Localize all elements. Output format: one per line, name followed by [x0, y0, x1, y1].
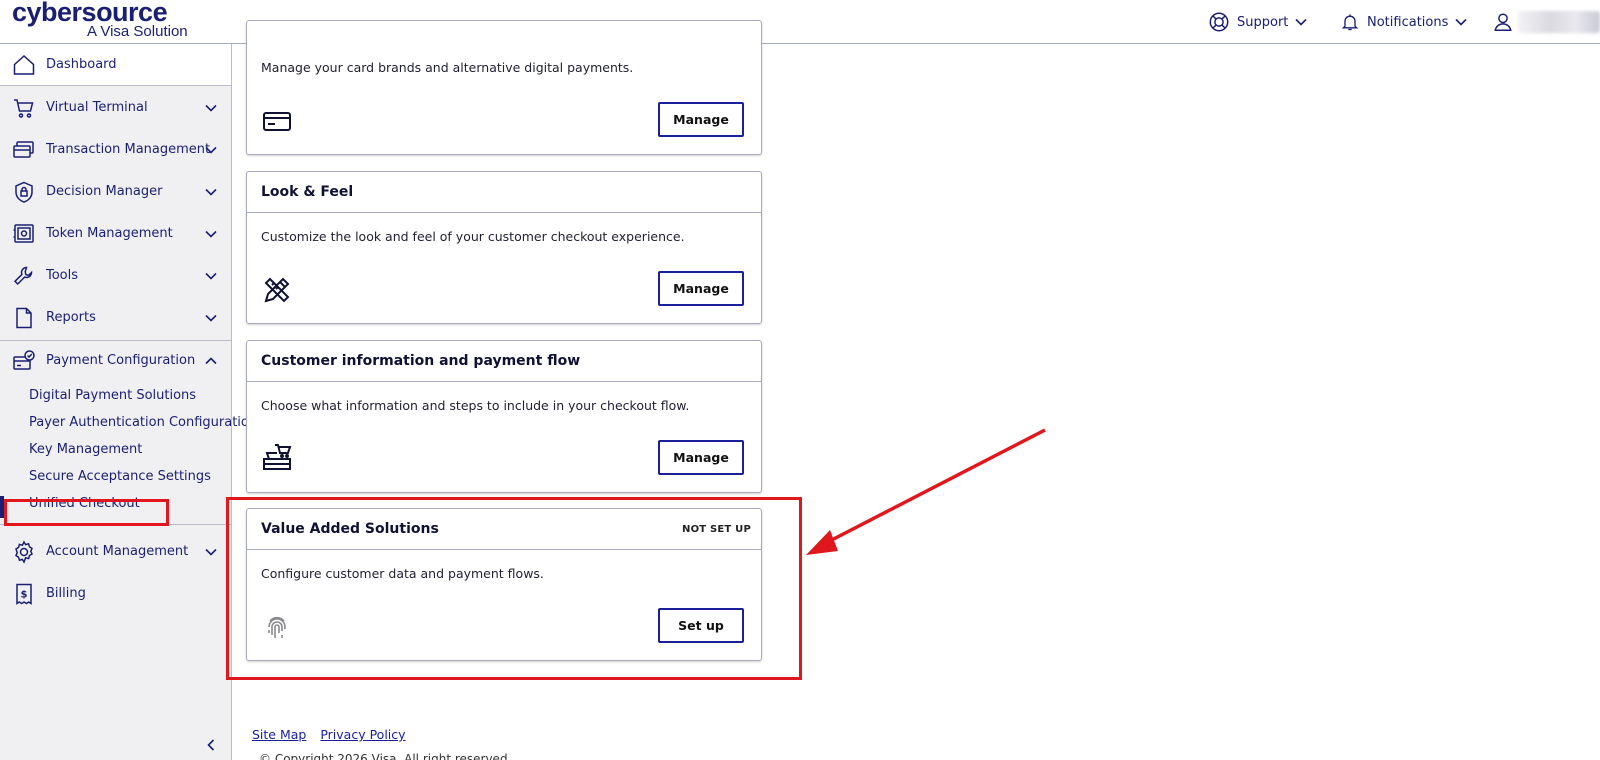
sidebar-item-dashboard[interactable]: Dashboard — [0, 44, 231, 86]
chevron-up-icon — [205, 357, 217, 365]
sidebar-item-label: Account Management — [46, 544, 189, 559]
support-label: Support — [1237, 14, 1289, 30]
sidebar-item-label: Payment Configuration — [46, 353, 196, 368]
card-customer-information: Customer information and payment flow Ch… — [246, 340, 762, 493]
shield-lock-icon — [15, 181, 33, 203]
sidebar-subitem-key-management[interactable]: Key Management — [29, 442, 142, 457]
sidebar-subitem-payer-authentication[interactable]: Payer Authentication Configuration — [29, 415, 257, 430]
copyright-text: © Copyright 2026 Visa. All right reserve… — [259, 752, 512, 760]
sidebar-item-label: Dashboard — [46, 57, 117, 72]
lifebuoy-icon — [1209, 12, 1229, 32]
sidebar-item-payment-configuration[interactable]: Payment Configuration — [0, 340, 231, 382]
chevron-down-icon — [1295, 18, 1307, 26]
chevron-down-icon — [1455, 18, 1467, 26]
manage-button[interactable]: Manage — [658, 102, 744, 137]
notifications-label: Notifications — [1367, 14, 1449, 30]
design-tools-icon — [264, 277, 290, 303]
annotation-arrow — [806, 428, 1046, 555]
card-header: Customer information and payment flow — [247, 341, 761, 382]
notifications-menu[interactable]: Notifications — [1340, 10, 1468, 34]
cybersource-logo[interactable]: cybersource A Visa Solution — [12, 0, 192, 40]
chevron-down-icon — [205, 188, 217, 196]
cards-icon — [13, 141, 34, 158]
card-check-icon — [13, 350, 35, 370]
cart-icon — [14, 99, 34, 118]
gear-icon — [15, 540, 33, 564]
sidebar-item-billing[interactable]: $ Billing — [0, 573, 231, 615]
receipt-dollar-icon: $ — [16, 583, 32, 605]
user-icon — [1494, 13, 1512, 31]
card-title: Customer information and payment flow — [261, 353, 581, 369]
sidebar-item-transaction-management[interactable]: Transaction Management — [0, 129, 231, 171]
card-title: Look & Feel — [261, 184, 354, 200]
collapse-sidebar-icon[interactable] — [204, 738, 218, 752]
sidebar-item-label: Billing — [46, 586, 86, 601]
user-name-redacted — [1518, 11, 1600, 33]
sidebar-subitem-secure-acceptance-settings[interactable]: Secure Acceptance Settings — [29, 469, 211, 484]
footer-links: Site Map Privacy Policy — [252, 727, 416, 742]
manage-button[interactable]: Manage — [658, 271, 744, 306]
checkout-counter-icon — [263, 444, 292, 470]
credit-card-icon — [263, 112, 291, 131]
highlight-box-value-added-solutions — [226, 497, 802, 680]
site-map-link[interactable]: Site Map — [252, 727, 306, 742]
top-header: cybersource A Visa Solution Support Noti… — [0, 0, 1600, 44]
chevron-down-icon — [205, 104, 217, 112]
bell-icon — [1341, 14, 1359, 31]
document-icon — [16, 307, 32, 329]
sidebar-item-token-management[interactable]: Token Management — [0, 213, 231, 255]
card-look-and-feel: Look & Feel Customize the look and feel … — [246, 171, 762, 324]
support-menu[interactable]: Support — [1208, 10, 1308, 34]
sidebar-item-label: Tools — [46, 268, 79, 283]
sidebar-item-label: Decision Manager — [46, 184, 163, 199]
card-description: Customize the look and feel of your cust… — [261, 229, 685, 244]
logo-tagline: A Visa Solution — [87, 23, 188, 40]
vault-icon — [13, 224, 34, 243]
sidebar-item-label: Reports — [46, 310, 96, 325]
sidebar-subitem-digital-payment-solutions[interactable]: Digital Payment Solutions — [29, 388, 196, 403]
sidebar-item-label: Virtual Terminal — [46, 100, 148, 115]
manage-button[interactable]: Manage — [658, 440, 744, 475]
card-header: Look & Feel — [247, 172, 761, 213]
home-icon — [13, 54, 35, 75]
chevron-down-icon — [205, 272, 217, 280]
chevron-down-icon — [205, 230, 217, 238]
card-description: Manage your card brands and alternative … — [261, 60, 634, 75]
chevron-down-icon — [205, 146, 217, 154]
card-payment-methods: Manage your card brands and alternative … — [246, 20, 762, 155]
sidebar-item-decision-manager[interactable]: Decision Manager — [0, 171, 231, 213]
chevron-down-icon — [205, 314, 217, 322]
chevron-down-icon — [205, 548, 217, 556]
sidebar-item-virtual-terminal[interactable]: Virtual Terminal — [0, 87, 231, 129]
wrench-icon — [13, 266, 33, 286]
sidebar-item-tools[interactable]: Tools — [0, 255, 231, 297]
sidebar-item-label: Token Management — [46, 226, 173, 241]
highlight-box-unified-checkout — [4, 499, 169, 526]
card-description: Choose what information and steps to inc… — [261, 398, 690, 413]
privacy-policy-link[interactable]: Privacy Policy — [320, 727, 405, 742]
sidebar-item-account-management[interactable]: Account Management — [0, 531, 231, 573]
sidebar-item-reports[interactable]: Reports — [0, 297, 231, 339]
sidebar: Dashboard Virtual Terminal Transaction M… — [0, 44, 257, 760]
user-menu[interactable] — [1492, 10, 1514, 34]
svg-text:$: $ — [21, 590, 28, 601]
sidebar-item-label: Transaction Management — [46, 142, 211, 157]
